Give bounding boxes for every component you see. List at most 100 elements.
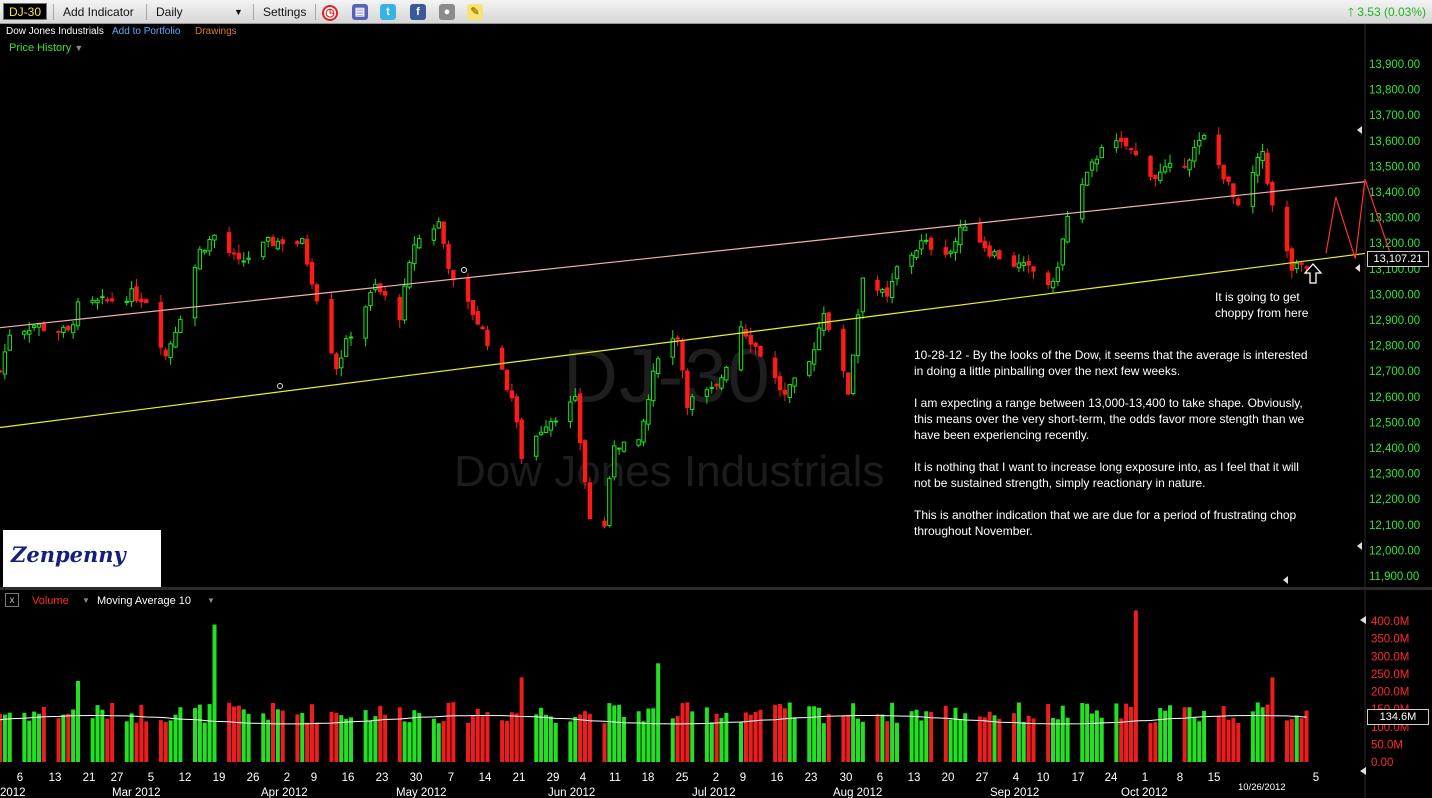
volume-bar-up xyxy=(617,704,622,762)
volume-bar-up xyxy=(431,718,436,762)
candle-down xyxy=(451,270,456,281)
volume-bar-down xyxy=(782,708,787,762)
x-month-label: Oct 2012 xyxy=(1121,787,1168,798)
axis-marker-icon xyxy=(1357,126,1362,134)
x-tick-label: 17 xyxy=(1072,772,1085,784)
candle-down xyxy=(1031,266,1036,272)
candle-up xyxy=(265,237,271,242)
volume-bar-down xyxy=(1231,718,1236,762)
candle-down xyxy=(1284,206,1290,252)
volume-bar-down xyxy=(1012,713,1016,762)
volume-bar-up xyxy=(202,722,207,762)
volume-bar-down xyxy=(1046,704,1051,762)
candle-down xyxy=(105,299,110,302)
candle-up xyxy=(27,329,32,335)
volume-bar-up xyxy=(1085,703,1090,762)
candle-down xyxy=(1231,183,1236,198)
candle-up xyxy=(1250,172,1256,207)
candle-down xyxy=(885,287,890,297)
candle-up xyxy=(641,420,646,443)
candle-up xyxy=(1089,161,1095,171)
candle-down xyxy=(685,370,690,409)
volume-bar-down xyxy=(470,715,475,762)
candle-up xyxy=(646,398,651,425)
candle-up xyxy=(621,441,627,452)
volume-bar-up xyxy=(95,705,100,762)
volume-bar-down xyxy=(987,711,992,762)
candle-down xyxy=(753,342,758,347)
candle-down xyxy=(1216,134,1221,166)
close-panel-icon[interactable]: x xyxy=(5,593,19,607)
volume-bar-down xyxy=(1124,703,1129,762)
volume-bar-up xyxy=(22,712,27,762)
candle-up xyxy=(889,280,895,298)
volume-bar-up xyxy=(37,713,41,762)
candle-down xyxy=(1270,181,1275,206)
candle-up xyxy=(616,447,622,450)
x-tick-label: 2 xyxy=(713,772,719,784)
price-tick-label: 13,900.00 xyxy=(1369,59,1420,71)
candle-down xyxy=(782,389,788,395)
candle-up xyxy=(70,324,76,334)
volume-bar-up xyxy=(1090,713,1094,762)
volume-bar-up xyxy=(539,707,544,762)
volume-bar-up xyxy=(860,721,865,762)
x-tick-label: 13 xyxy=(908,772,921,784)
candle-down xyxy=(1128,148,1134,151)
x-tick-label: 4 xyxy=(1013,772,1020,784)
price-tick-label: 12,400.00 xyxy=(1369,443,1420,455)
candle-up xyxy=(100,296,105,299)
x-tick-label: 21 xyxy=(513,772,526,784)
candle-up xyxy=(412,244,417,265)
candle-down xyxy=(480,326,485,330)
candle-down xyxy=(1226,176,1231,182)
volume-bar-up xyxy=(90,718,95,762)
volume-tick-label: 300.0M xyxy=(1371,651,1409,663)
volume-bar-up xyxy=(2,714,7,762)
candle-up xyxy=(95,299,100,304)
volume-bar-up xyxy=(607,703,612,762)
candle-up xyxy=(261,241,266,258)
candle-up xyxy=(1021,262,1026,266)
volume-bar-up xyxy=(739,721,743,762)
volume-bar-down xyxy=(1119,718,1124,762)
volume-bar-up xyxy=(76,680,80,762)
volume-bar-up xyxy=(1099,717,1104,762)
candle-down xyxy=(514,396,519,423)
volume-bar-down xyxy=(236,705,241,762)
chevron-down-icon[interactable]: ▼ xyxy=(82,594,90,608)
volume-bar-down xyxy=(680,703,685,762)
volume-bar-up xyxy=(1197,721,1202,762)
candle-down xyxy=(397,296,402,321)
candle-down xyxy=(509,390,515,399)
candle-down xyxy=(134,286,139,301)
candle-up xyxy=(173,331,178,348)
candle-up xyxy=(1192,147,1197,162)
candle-down xyxy=(236,252,242,260)
volume-bar-up xyxy=(436,723,441,762)
candle-down xyxy=(382,291,388,296)
volume-bar-up xyxy=(173,714,178,762)
candle-down xyxy=(714,383,719,387)
x-tick-label: 5 xyxy=(1313,772,1319,784)
candle-down xyxy=(304,238,310,265)
candle-up xyxy=(807,361,812,376)
volume-bar-up xyxy=(178,707,183,762)
volume-bar-down xyxy=(875,714,880,762)
last-volume-label: 134.6M xyxy=(1367,709,1429,725)
candle-up xyxy=(855,314,861,357)
candle-up xyxy=(719,377,724,389)
volume-title[interactable]: Volume xyxy=(32,594,69,608)
candle-up xyxy=(909,254,914,267)
candle-up xyxy=(1080,184,1085,220)
volume-bar-up xyxy=(573,716,578,762)
chevron-down-icon[interactable]: ▼ xyxy=(207,594,215,608)
volume-bar-up xyxy=(787,702,792,762)
volume-bar-up xyxy=(32,711,37,762)
candle-up xyxy=(792,377,797,387)
volume-bar-up xyxy=(212,624,217,762)
volume-bar-up xyxy=(909,711,914,762)
moving-average-label[interactable]: Moving Average 10 xyxy=(97,594,191,608)
volume-bar-down xyxy=(1148,722,1153,762)
candle-up xyxy=(553,420,558,423)
